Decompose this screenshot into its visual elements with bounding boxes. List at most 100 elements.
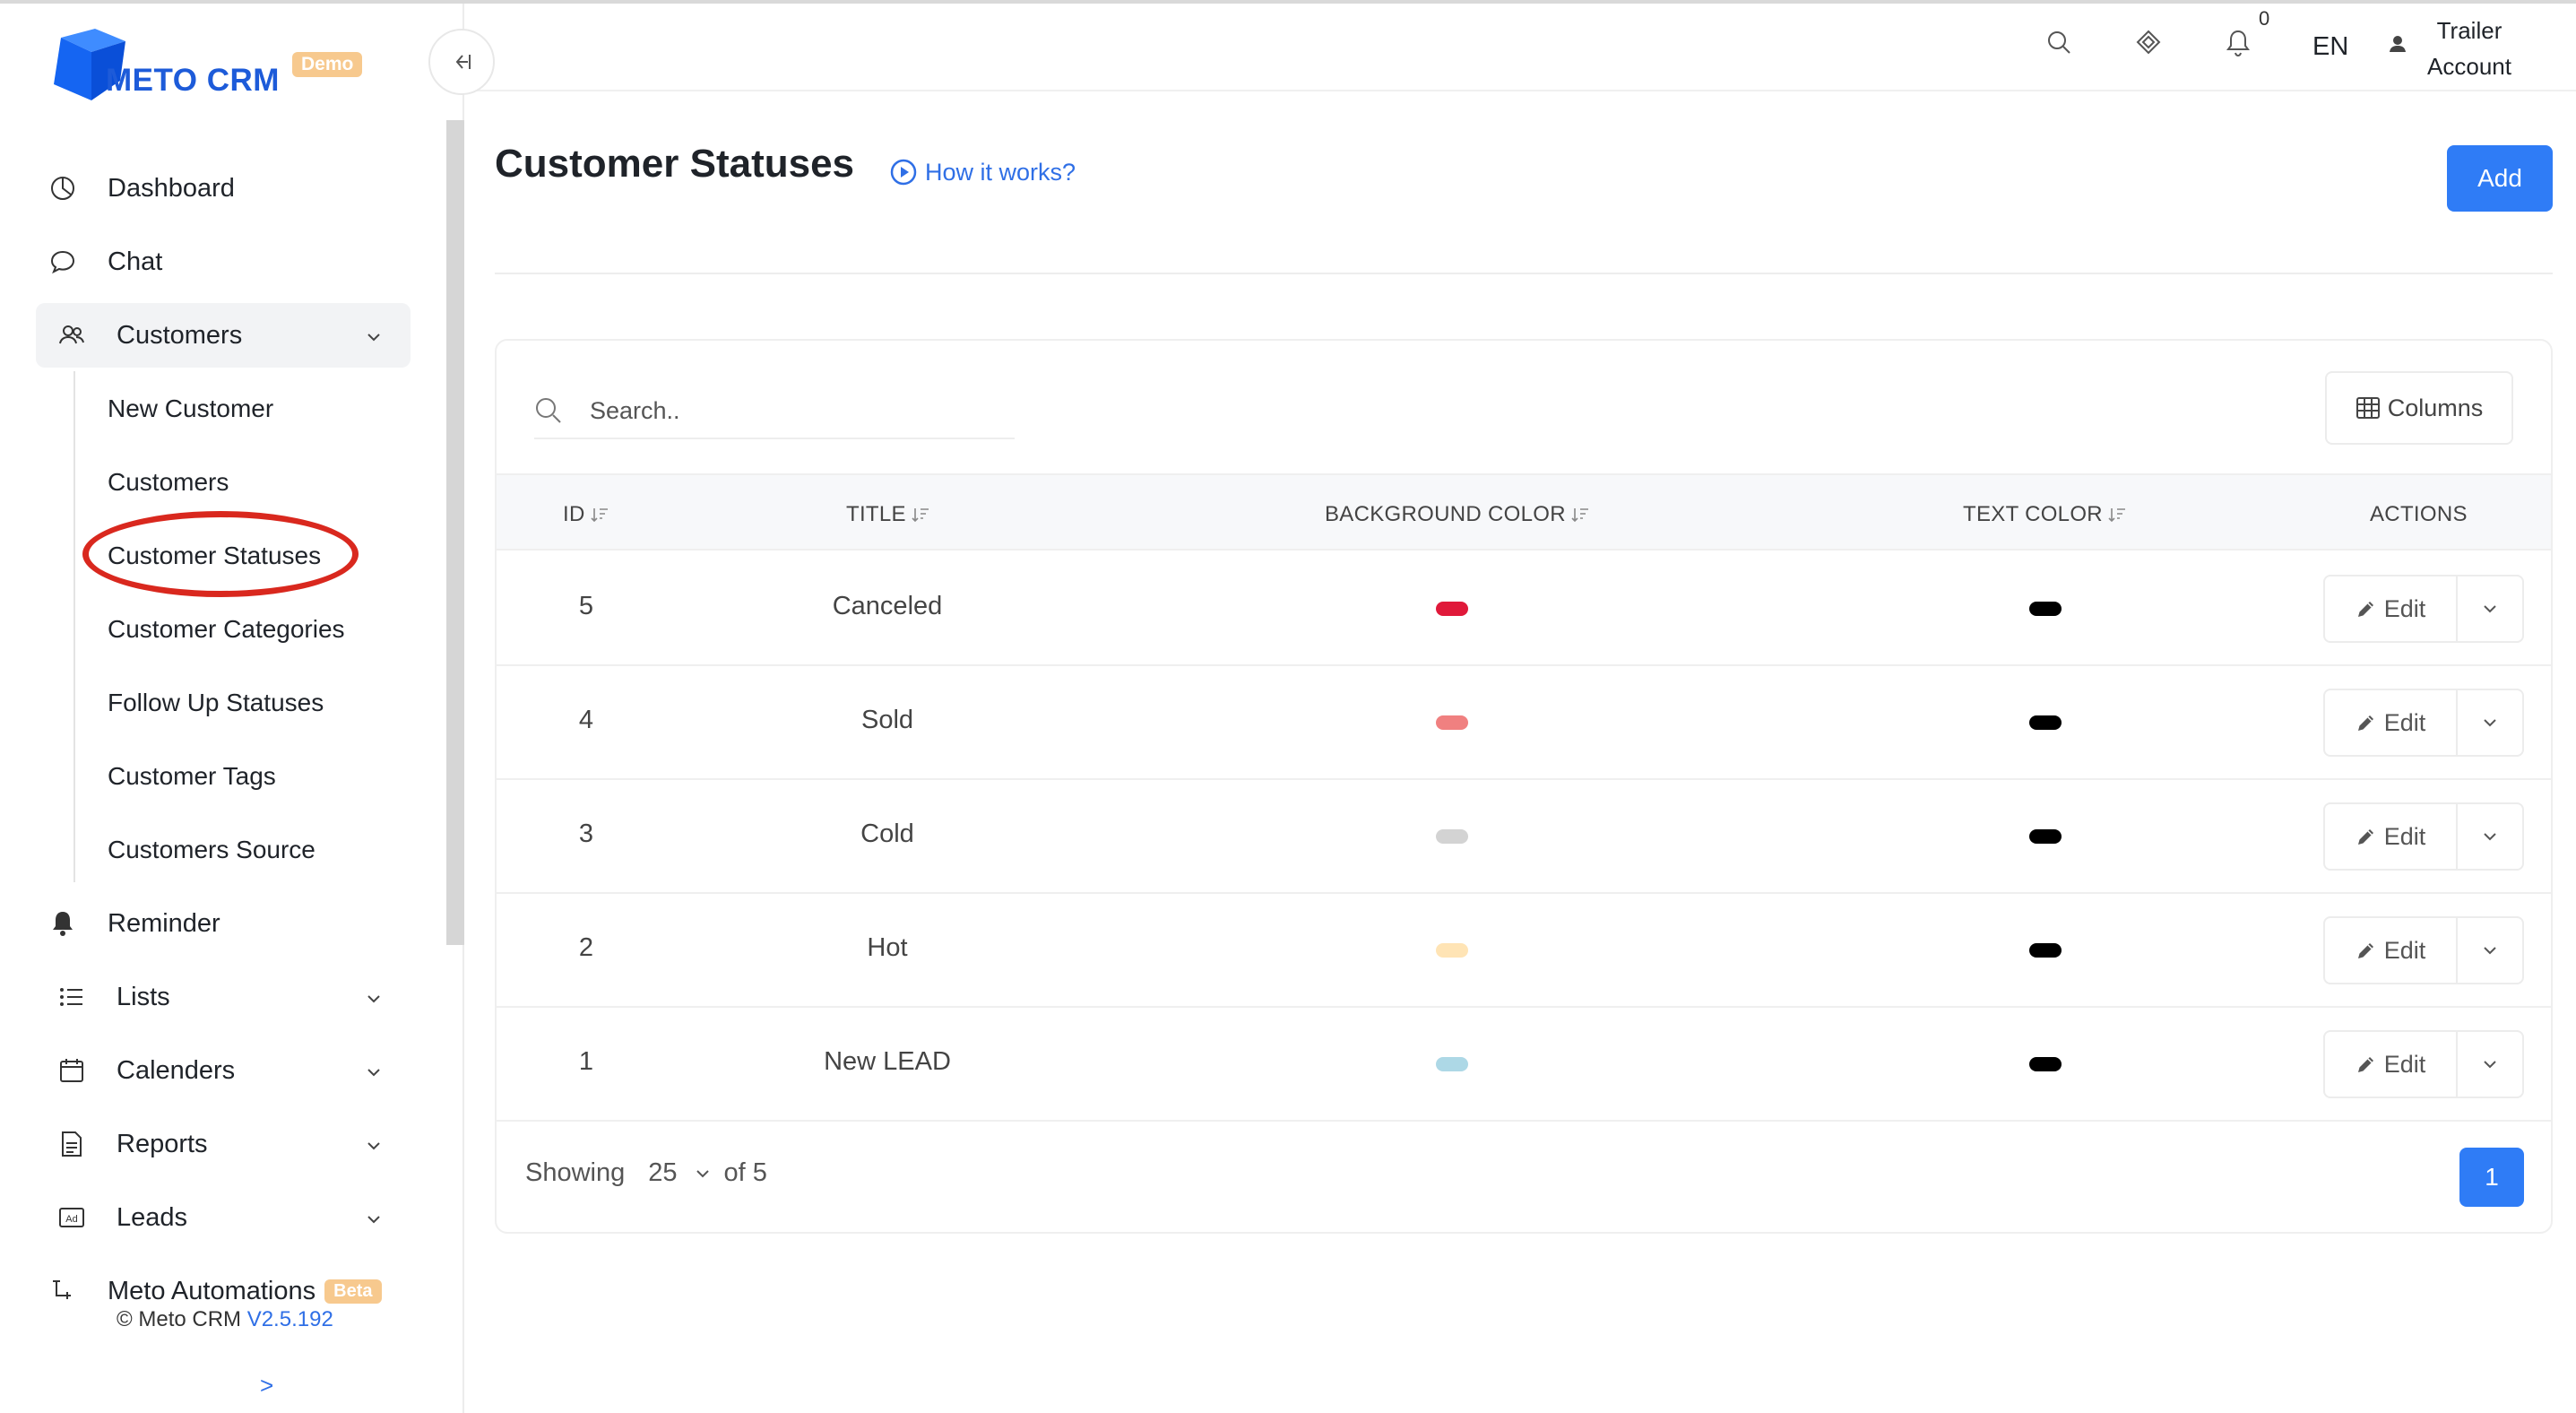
cell-id: 2 <box>578 933 594 962</box>
user-name-line1: Trailer <box>2436 17 2503 44</box>
column-header-id[interactable]: ID <box>563 502 609 527</box>
sidebar-subitem-customer-tags[interactable]: Customer Tags <box>108 750 276 803</box>
row-actions-dropdown[interactable] <box>2458 576 2522 641</box>
search-icon[interactable] <box>2045 29 2072 60</box>
svg-text:Ad: Ad <box>65 1214 77 1225</box>
sidebar-item-customers[interactable]: Customers <box>36 303 411 368</box>
sidebar-item-label: Reports <box>117 1129 208 1158</box>
sidebar-item-label: Leads <box>117 1202 188 1232</box>
search-box <box>534 386 1015 439</box>
row-actions: Edit <box>2323 575 2524 643</box>
user-account-menu[interactable]: Trailer Account <box>2420 13 2519 84</box>
dashboard-icon <box>36 175 90 202</box>
add-button[interactable]: Add <box>2447 145 2553 212</box>
edit-button[interactable]: Edit <box>2325 1032 2458 1097</box>
sidebar-subitem-customer-categories[interactable]: Customer Categories <box>108 602 345 656</box>
diamond-icon[interactable] <box>2135 29 2162 60</box>
pencil-icon <box>2357 829 2373 845</box>
table-row: 4 Sold Edit <box>497 666 2551 780</box>
sidebar-collapse-button[interactable] <box>428 29 495 95</box>
bell-icon[interactable] <box>2225 29 2252 62</box>
text-color-swatch <box>2029 715 2062 730</box>
cell-id: 3 <box>578 819 594 848</box>
sidebar-subitem-follow-up-statuses[interactable]: Follow Up Statuses <box>108 676 324 730</box>
users-icon <box>45 322 99 349</box>
chevron-down-icon <box>2484 719 2496 727</box>
statuses-table-card: Columns ID TITLE BACKGROUND COLOR TEXT C… <box>495 339 2553 1234</box>
background-color-swatch <box>1436 715 1468 730</box>
text-color-swatch <box>2029 943 2062 958</box>
chevron-down-icon <box>364 1060 384 1089</box>
sidebar-item-label: Reminder <box>108 908 220 938</box>
how-it-works-label: How it works? <box>925 158 1076 186</box>
cell-id: 5 <box>578 592 594 620</box>
table-row: 2 Hot Edit <box>497 894 2551 1008</box>
background-color-swatch <box>1436 1057 1468 1071</box>
cell-id: 1 <box>578 1047 594 1076</box>
showing-label: Showing <box>525 1158 626 1187</box>
automation-icon <box>36 1278 90 1305</box>
ad-icon: Ad <box>45 1206 99 1229</box>
chevron-down-icon <box>2484 1061 2496 1069</box>
search-icon <box>534 396 563 429</box>
row-actions: Edit <box>2323 802 2524 871</box>
row-actions-dropdown[interactable] <box>2458 1032 2522 1097</box>
chevron-down-icon <box>364 325 384 354</box>
sidebar-item-label: Calenders <box>117 1055 236 1085</box>
how-it-works-link[interactable]: How it works? <box>889 158 1076 186</box>
footer-version[interactable]: V2.5.192 <box>247 1307 333 1331</box>
sidebar-item-lists[interactable]: Lists <box>36 965 411 1029</box>
sidebar-item-dashboard[interactable]: Dashboard <box>36 156 411 221</box>
language-switcher[interactable]: EN <box>2312 32 2348 62</box>
sidebar-item-calenders[interactable]: Calenders <box>36 1038 411 1103</box>
user-name-line2: Account <box>2427 53 2511 80</box>
cell-id: 4 <box>578 706 594 734</box>
total-count-label: of 5 <box>723 1158 767 1187</box>
page-size-value: 25 <box>648 1158 678 1187</box>
table-row: 3 Cold Edit <box>497 780 2551 894</box>
sidebar-item-chat[interactable]: Chat <box>36 230 411 294</box>
logo-text: METO CRM <box>106 63 280 98</box>
footer-expand-arrow[interactable]: > <box>260 1372 273 1400</box>
column-header-label: ACTIONS <box>2370 502 2468 526</box>
column-header-label: BACKGROUND COLOR <box>1325 502 1566 526</box>
sort-icon <box>1571 508 1588 523</box>
row-actions-dropdown[interactable] <box>2458 918 2522 983</box>
column-header-text-color[interactable]: TEXT COLOR <box>1963 502 2126 527</box>
page-size-select[interactable]: 25 <box>648 1158 711 1188</box>
pagination-page-button[interactable]: 1 <box>2459 1148 2524 1207</box>
edit-button[interactable]: Edit <box>2325 576 2458 641</box>
background-color-swatch <box>1436 943 1468 958</box>
search-input[interactable] <box>590 391 1002 430</box>
sidebar-scrollbar[interactable] <box>446 120 464 945</box>
row-actions: Edit <box>2323 1030 2524 1098</box>
chevron-down-icon <box>364 986 384 1016</box>
sidebar-item-reports[interactable]: Reports <box>36 1112 411 1176</box>
columns-button[interactable]: Columns <box>2325 371 2513 445</box>
column-header-actions: ACTIONS <box>2370 502 2468 527</box>
sidebar-subitem-customers[interactable]: Customers <box>108 455 229 509</box>
sidebar: METO CRM Demo Dashboard Chat Customers N… <box>0 4 464 1413</box>
sidebar-subitem-customers-source[interactable]: Customers Source <box>108 823 316 877</box>
cell-title: Sold <box>860 706 914 734</box>
sidebar-item-label: Chat <box>108 247 163 276</box>
sidebar-item-leads[interactable]: Ad Leads <box>36 1185 411 1250</box>
edit-button[interactable]: Edit <box>2325 918 2458 983</box>
row-actions-dropdown[interactable] <box>2458 690 2522 755</box>
sidebar-item-reminder[interactable]: Reminder <box>36 891 411 956</box>
highlight-annotation <box>82 511 359 597</box>
edit-button[interactable]: Edit <box>2325 690 2458 755</box>
logo[interactable]: METO CRM Demo <box>48 25 371 106</box>
demo-badge: Demo <box>292 52 363 77</box>
report-icon <box>45 1131 99 1157</box>
edit-button[interactable]: Edit <box>2325 804 2458 869</box>
table-columns-icon <box>2356 397 2380 419</box>
sidebar-subitem-new-customer[interactable]: New Customer <box>108 382 273 436</box>
column-header-background-color[interactable]: BACKGROUND COLOR <box>1325 502 1589 527</box>
column-header-title[interactable]: TITLE <box>846 502 929 527</box>
row-actions-dropdown[interactable] <box>2458 804 2522 869</box>
beta-badge: Beta <box>324 1279 382 1304</box>
edit-label: Edit <box>2383 708 2426 736</box>
calendar-icon <box>45 1057 99 1084</box>
pencil-icon <box>2357 1057 2373 1072</box>
